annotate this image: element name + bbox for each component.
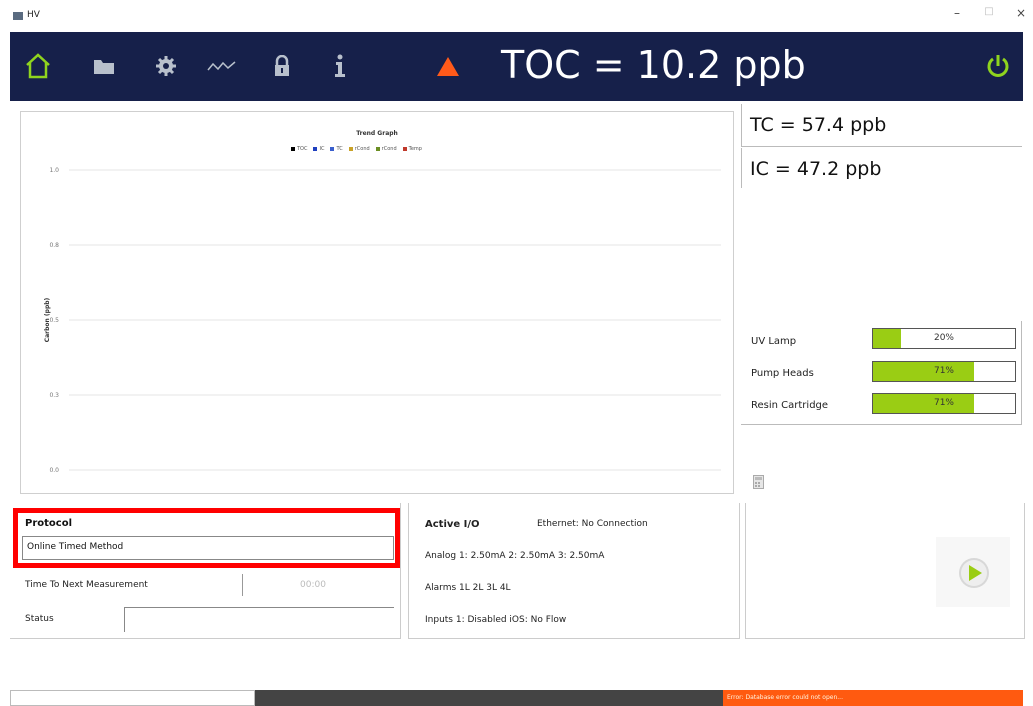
power-icon[interactable] <box>982 50 1014 82</box>
y-axis-label: Carbon (ppb) <box>44 297 51 342</box>
pump-heads-bar: 71% <box>872 361 1016 382</box>
status-label: Status <box>25 614 54 624</box>
y-tick-label: 0.0 <box>49 467 59 474</box>
y-tick-label: 0.3 <box>49 392 59 399</box>
top-nav-bar: TOC = 10.2 ppb <box>10 32 1023 101</box>
app-icon <box>13 12 23 20</box>
legend-label: rCond <box>381 146 397 152</box>
trend-graph-panel: 1.0 0.8 0.5 0.3 0.0 Carbon (ppb) Trend Graph … <box>20 111 734 494</box>
legend-item[interactable]: Temp <box>402 146 422 152</box>
tc-reading: TC = 57.4 ppb <box>750 114 887 136</box>
chart-title: Trend Graph <box>356 130 398 137</box>
legend-label: TC <box>336 146 343 152</box>
time-to-next-measurement-value: 00:00 <box>300 580 326 590</box>
legend-label: Temp <box>408 146 422 152</box>
legend-swatch <box>330 147 335 151</box>
legend-swatch <box>375 147 380 151</box>
legend-label: IC <box>319 146 325 152</box>
tc-reading-box: TC = 57.4 ppb <box>741 104 1022 147</box>
info-icon[interactable] <box>324 50 356 82</box>
y-tick-label: 0.8 <box>49 242 59 249</box>
legend-swatch <box>402 147 407 151</box>
legend-label: TOC <box>297 146 308 152</box>
analog-values: Analog 1: 2.50mA 2: 2.50mA 3: 2.50mA <box>425 551 605 561</box>
resin-cartridge-percent: 71% <box>933 398 954 408</box>
status-field <box>124 607 394 632</box>
bottom-left-tab[interactable] <box>10 690 255 706</box>
folder-icon[interactable] <box>88 50 120 82</box>
run-button[interactable] <box>936 537 1010 607</box>
error-banner: Error: Database error could not open... <box>723 690 1023 706</box>
bottom-status-strip <box>255 690 723 706</box>
protocol-highlight-box <box>13 508 400 568</box>
uv-lamp-label: UV Lamp <box>751 336 797 347</box>
resin-cartridge-label: Resin Cartridge <box>751 400 829 411</box>
toc-reading: TOC = 10.2 ppb <box>501 43 806 87</box>
trend-icon[interactable] <box>206 50 238 82</box>
uv-lamp-bar: 20% <box>872 328 1016 349</box>
active-io-panel: Active I/O Ethernet: No Connection Analo… <box>408 503 740 639</box>
consumables-panel: UV Lamp 20% Pump Heads 71% Resin Cartrid… <box>741 321 1022 425</box>
lock-icon[interactable] <box>266 50 298 82</box>
gear-icon[interactable] <box>150 50 182 82</box>
legend-item[interactable]: rCond <box>348 146 370 152</box>
alarms-status: Alarms 1L 2L 3L 4L <box>425 583 511 593</box>
uv-lamp-percent: 20% <box>933 333 954 343</box>
legend-item[interactable]: TOC <box>291 146 307 152</box>
ic-reading-box: IC = 47.2 ppb <box>741 148 1022 188</box>
time-to-next-measurement-label: Time To Next Measurement <box>25 580 148 590</box>
window-title-bar <box>0 0 1033 32</box>
maximize-button[interactable]: □ <box>980 6 998 24</box>
y-tick-label: 1.0 <box>49 167 59 174</box>
resin-cartridge-bar: 71% <box>872 393 1016 414</box>
calculator-icon[interactable] <box>753 475 764 489</box>
minimize-button[interactable]: – <box>948 6 966 24</box>
ethernet-status: Ethernet: No Connection <box>537 519 648 529</box>
legend-swatch <box>313 147 318 151</box>
home-icon[interactable] <box>22 50 54 82</box>
legend-swatch <box>348 147 353 151</box>
inputs-status: Inputs 1: Disabled iOS: No Flow <box>425 615 567 625</box>
trend-graph: 1.00.80.50.30.0Carbon (ppb) <box>44 167 721 474</box>
warning-icon[interactable] <box>432 50 464 82</box>
legend-item[interactable]: TC <box>330 146 343 152</box>
pump-heads-label: Pump Heads <box>751 368 814 379</box>
active-io-title: Active I/O <box>425 519 480 530</box>
pump-heads-percent: 71% <box>933 366 954 376</box>
legend-swatch <box>291 147 295 151</box>
close-button[interactable]: × <box>1012 6 1030 24</box>
ic-reading: IC = 47.2 ppb <box>750 158 882 180</box>
legend-item[interactable]: rCond <box>375 146 397 152</box>
divider <box>242 574 243 596</box>
chart-legend: TOC IC TC rCond rCond Temp <box>291 146 422 152</box>
legend-label: rCond <box>354 146 370 152</box>
window-title: HV <box>27 10 40 20</box>
error-message: Error: Database error could not open... <box>727 694 844 701</box>
legend-item[interactable]: IC <box>313 146 324 152</box>
